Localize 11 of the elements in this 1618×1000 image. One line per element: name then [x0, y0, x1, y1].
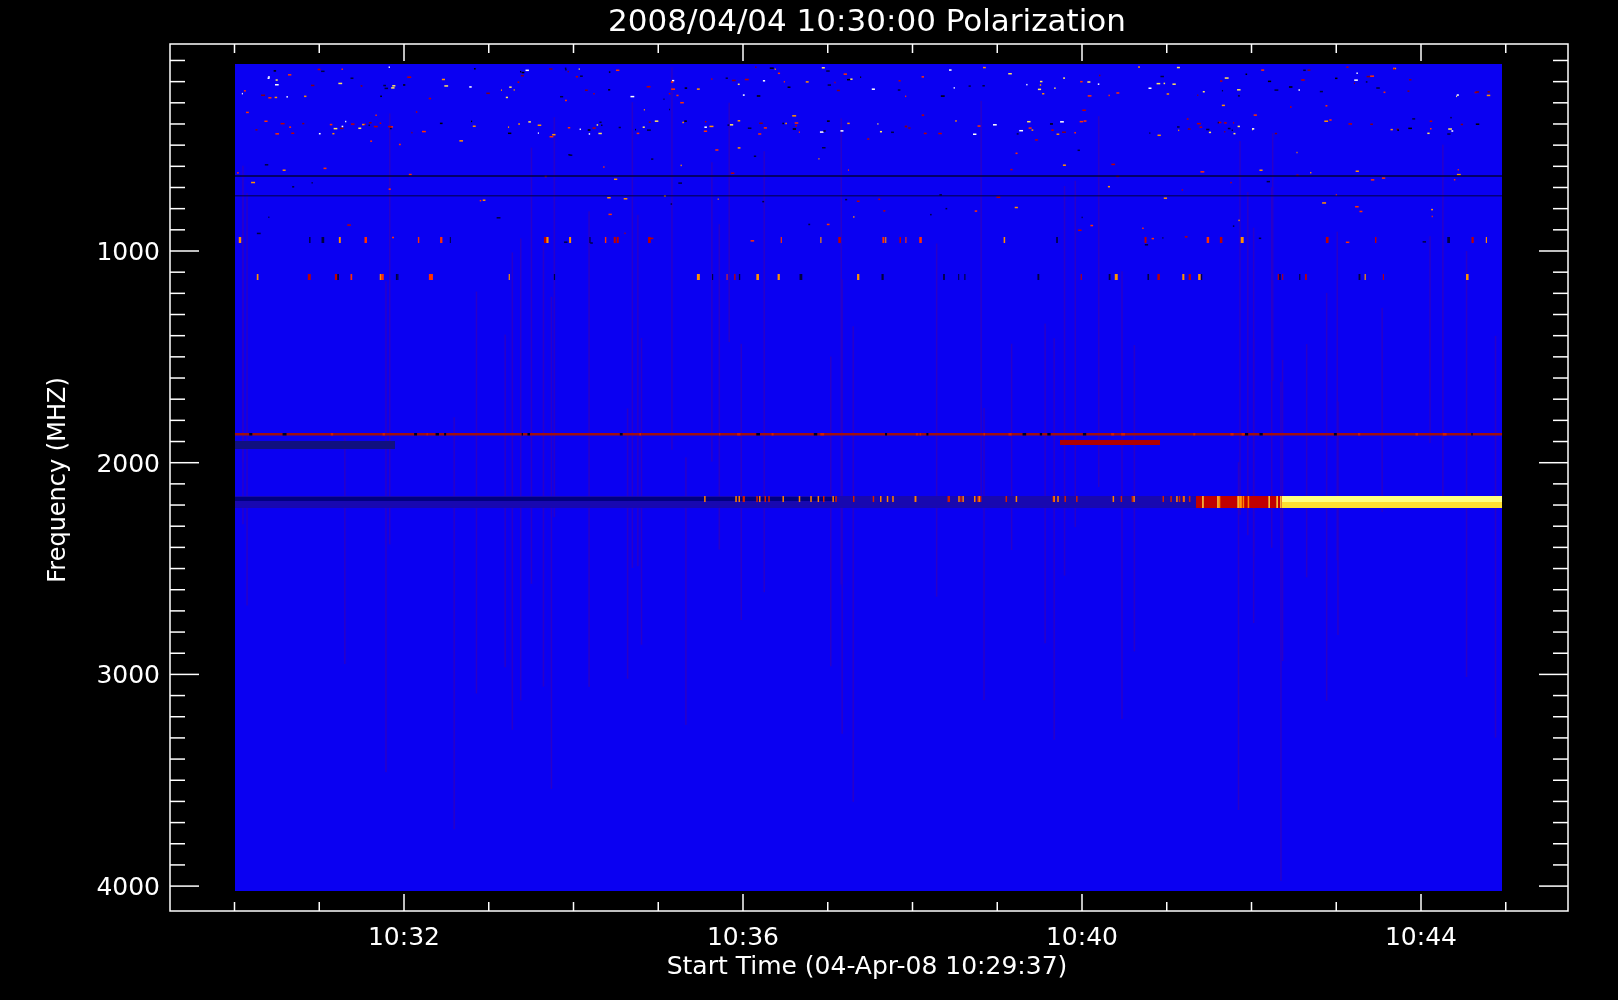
x-tick-label: 10:40: [1046, 922, 1118, 951]
x-tick-label: 10:32: [368, 922, 440, 951]
y-axis-label: Frequency (MHZ): [43, 377, 71, 583]
y-tick-label: 4000: [96, 872, 160, 902]
y-tick-label: 1000: [96, 237, 160, 266]
x-axis-label: Start Time (04-Apr-08 10:29:37): [666, 951, 1068, 980]
y-tick-label: 2000: [96, 448, 160, 478]
chart-title: 2008/04/04 10:30:00 Polarization: [608, 2, 1126, 38]
y-tick-label: 3000: [96, 660, 160, 690]
x-tick-label: 10:36: [707, 922, 779, 951]
x-tick-label: 10:44: [1385, 922, 1457, 951]
